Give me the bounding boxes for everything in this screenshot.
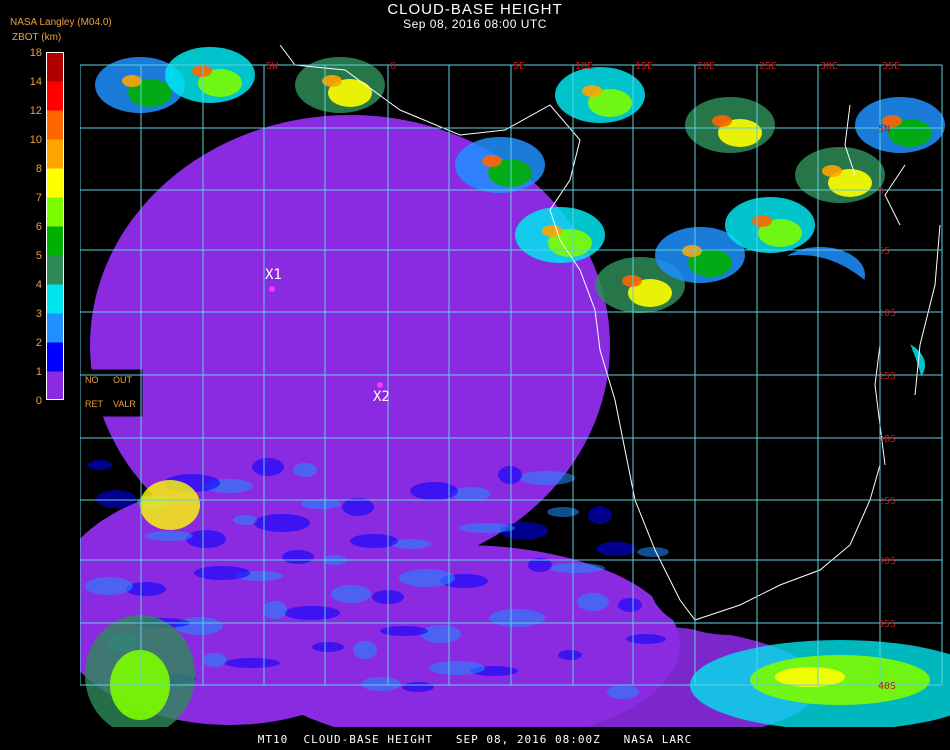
- longitude-label: 0: [390, 61, 396, 72]
- longitude-label: 10E: [575, 61, 593, 72]
- longitude-label: 30E: [820, 61, 838, 72]
- legend-tick-label: 10: [29, 134, 42, 146]
- site-marker-dot: [377, 382, 383, 388]
- legend-tick-label: 14: [29, 76, 42, 88]
- legend-swatch: [46, 81, 64, 111]
- legend-tick-label: 7: [35, 192, 42, 204]
- latitude-label: 0: [878, 186, 884, 197]
- legend-tick-label: 4: [35, 279, 42, 291]
- variable-label: ZBOT (km): [12, 32, 62, 43]
- map-title: CLOUD-BASE HEIGHT: [387, 1, 563, 18]
- legend-swatch: [46, 342, 64, 372]
- legend-out-label: OUT: [113, 375, 133, 385]
- map-subtitle: Sep 08, 2016 08:00 UTC: [403, 17, 547, 31]
- legend-tick-label: 18: [29, 47, 42, 59]
- site-marker-label: X2: [373, 389, 390, 405]
- longitude-label: 5W: [266, 61, 279, 72]
- legend-swatch: [46, 284, 64, 314]
- legend-swatch: [46, 371, 64, 400]
- latitude-label: 40S: [878, 681, 896, 692]
- legend-tick-label: 2: [35, 337, 42, 349]
- longitude-label: 25E: [759, 61, 777, 72]
- legend-no-retrieval-box: NO OUT RET VALR: [80, 369, 143, 417]
- footer-caption: MT10 CLOUD-BASE HEIGHT SEP 08, 2016 08:0…: [257, 733, 693, 746]
- site-marker-label: X1: [265, 267, 282, 283]
- legend-swatch: [46, 168, 64, 198]
- legend-tick-label: 1: [35, 366, 42, 378]
- latitude-label: 30S: [878, 556, 896, 567]
- legend-swatch: [46, 226, 64, 256]
- latitude-label: 20S: [878, 434, 896, 445]
- color-legend: [46, 52, 64, 400]
- longitude-label: 35E: [882, 61, 900, 72]
- latitude-label: 35S: [878, 619, 896, 630]
- latitude-label: 10S: [878, 308, 896, 319]
- legend-tick-label: 12: [29, 105, 42, 117]
- legend-tick-label: 8: [35, 163, 42, 175]
- legend-valr-label: VALR: [113, 399, 136, 409]
- legend-swatch: [46, 197, 64, 227]
- legend-tick-label: 3: [35, 308, 42, 320]
- latitude-label: 5S: [878, 246, 890, 257]
- latitude-label: 25S: [878, 496, 896, 507]
- latitude-label: 15S: [878, 371, 896, 382]
- legend-swatch: [46, 255, 64, 285]
- legend-swatch: [46, 110, 64, 140]
- legend-tick-label: 6: [35, 221, 42, 233]
- legend-swatch: [46, 313, 64, 343]
- legend-ret-label: RET: [85, 399, 104, 409]
- satellite-map: NO OUT RET VALR 5W 0 5E 10E 15E 20E 25E 30E 35E 5…: [80, 45, 950, 727]
- longitude-label: 20E: [697, 61, 715, 72]
- producer-label: NASA Langley (M04.0): [10, 17, 112, 28]
- legend-swatch: [46, 139, 64, 169]
- site-marker-dot: [269, 286, 275, 292]
- legend-tick-label: 5: [35, 250, 42, 262]
- latitude-label: 5N: [878, 124, 890, 135]
- longitude-label: 5E: [513, 61, 525, 72]
- legend-swatch: [46, 52, 64, 82]
- longitude-label: 15E: [635, 61, 653, 72]
- legend-tick-label: 0: [35, 395, 42, 407]
- legend-no-label: NO: [85, 375, 99, 385]
